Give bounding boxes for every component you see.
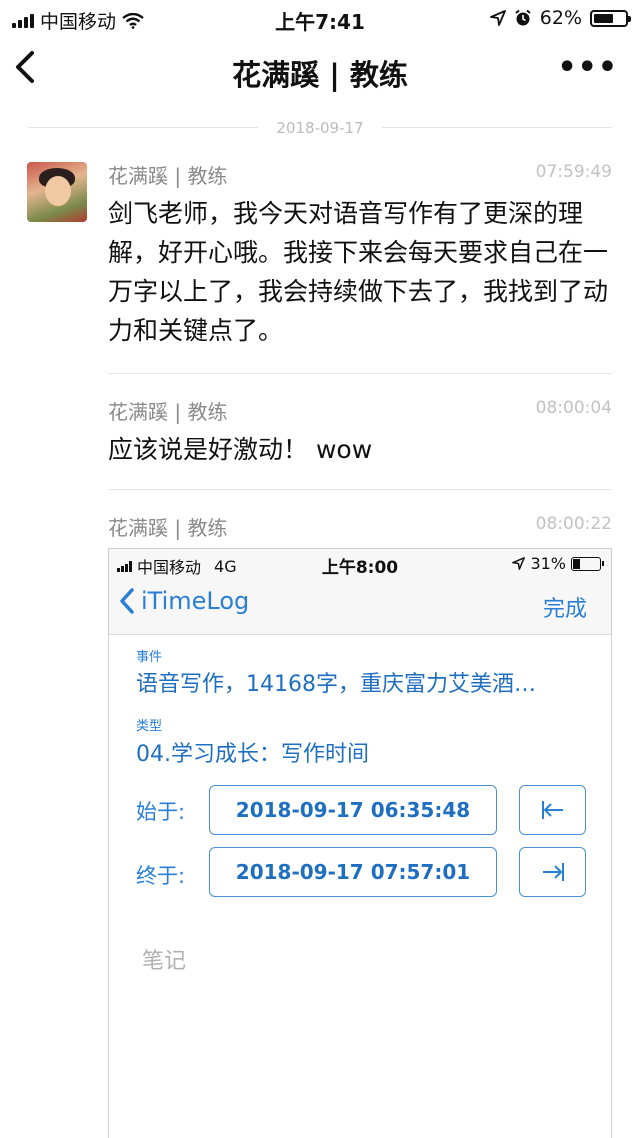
message-text: 应该说是好激动！ wow — [108, 435, 373, 464]
type-value[interactable]: 04.学习成长：写作时间 — [136, 736, 369, 768]
chat-header: 花满蹊 | 教练 ••• — [0, 36, 640, 108]
battery-icon — [571, 556, 604, 571]
message: 花满蹊 | 教练 08:00:04 应该说是好激动！ wow — [108, 396, 612, 469]
battery-percent: 31% — [530, 554, 566, 573]
image-attachment[interactable]: 中国移动 4G 上午8:00 31% iTimeLog 完成 事件 语音写作，1… — [108, 548, 612, 1138]
sender-name: 花满蹊 | 教练 — [108, 164, 228, 188]
message: 花满蹊 | 教练 07:59:49 剑飞老师，我今天对语音写作有了更深的理解，好… — [108, 160, 612, 350]
itimelog-back-button[interactable]: iTimeLog — [119, 587, 249, 615]
notes-field[interactable]: 笔记 — [142, 943, 186, 975]
page-title: 花满蹊 | 教练 — [232, 58, 408, 92]
message-time: 07:59:49 — [535, 162, 612, 182]
alarm-icon — [515, 9, 531, 26]
message-time: 08:00:22 — [535, 514, 612, 534]
back-label: iTimeLog — [141, 587, 250, 615]
message-text: 剑飞老师，我今天对语音写作有了更深的理解，好开心哦。我接下来会每天要求自己在一万… — [108, 199, 609, 345]
embedded-nav-bar: iTimeLog 完成 — [109, 579, 611, 635]
embedded-status-bar: 中国移动 4G 上午8:00 31% — [109, 549, 611, 579]
date-label: 2018-09-17 — [258, 119, 382, 137]
more-button[interactable]: ••• — [557, 50, 618, 85]
location-arrow-icon — [512, 557, 526, 570]
set-start-now-button[interactable] — [519, 785, 586, 835]
battery-percent: 62% — [539, 7, 582, 29]
end-label: 终于: — [136, 864, 186, 888]
type-label: 类型 — [136, 719, 163, 734]
arrow-to-left-bar-icon — [541, 801, 563, 819]
date-divider: 2018-09-17 — [28, 118, 612, 138]
set-end-now-button[interactable] — [519, 847, 586, 897]
message-time: 08:00:04 — [535, 398, 612, 418]
sender-name: 花满蹊 | 教练 — [108, 400, 228, 424]
more-dots-icon: ••• — [557, 50, 618, 85]
battery-icon — [590, 9, 631, 27]
start-label: 始于: — [136, 800, 186, 824]
divider — [108, 489, 612, 490]
sender-name: 花满蹊 | 教练 — [108, 516, 228, 540]
message: 花满蹊 | 教练 08:00:22 — [108, 512, 612, 540]
start-time-field[interactable]: 2018-09-17 06:35:48 — [209, 785, 497, 835]
event-label: 事件 — [136, 650, 163, 665]
divider — [108, 373, 612, 374]
done-button[interactable]: 完成 — [543, 591, 587, 623]
status-bar: 中国移动 上午7:41 62% — [0, 0, 640, 36]
event-value[interactable]: 语音写作，14168字，重庆富力艾美酒… — [136, 666, 536, 698]
avatar[interactable] — [27, 162, 87, 222]
arrow-to-right-bar-icon — [542, 863, 564, 881]
chevron-left-icon — [120, 588, 134, 614]
end-time-field[interactable]: 2018-09-17 07:57:01 — [209, 847, 497, 897]
location-arrow-icon — [489, 10, 506, 26]
